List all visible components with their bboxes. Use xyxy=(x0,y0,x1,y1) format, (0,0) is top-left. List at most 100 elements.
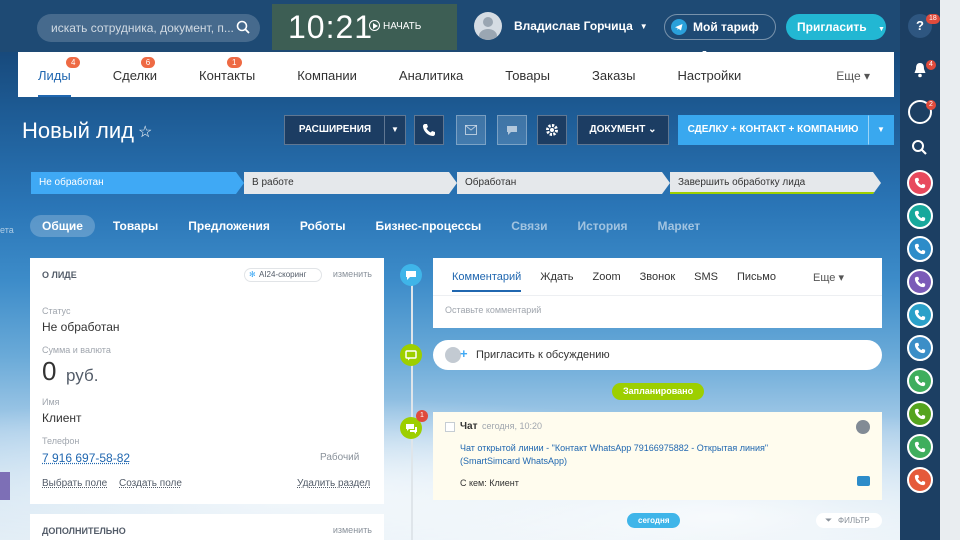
card-title: О ЛИДЕ xyxy=(42,270,77,280)
call-contact-3[interactable] xyxy=(907,236,933,262)
about-lead-card: О ЛИДЕ ✻ AI24-скоринг изменить Статус Не … xyxy=(30,258,384,504)
composer-more-button[interactable]: Еще ▾ xyxy=(813,271,844,284)
stage-new[interactable]: Не обработан xyxy=(31,172,244,194)
composer-tab-2[interactable]: Ждать xyxy=(540,271,573,292)
speech-bubble-icon xyxy=(506,125,518,136)
comment-timeline-icon xyxy=(400,264,422,286)
ai-scoring-button[interactable]: ✻ AI24-скоринг xyxy=(244,268,322,282)
left-edge-tab[interactable] xyxy=(0,472,10,500)
composer-tab-1[interactable]: Комментарий xyxy=(452,271,521,292)
nav-more-button[interactable]: Еще ▾ xyxy=(836,69,870,83)
tab-market[interactable]: Маркет xyxy=(646,215,713,237)
composer-tab-4[interactable]: Звонок xyxy=(640,271,676,292)
call-contact-2[interactable] xyxy=(907,203,933,229)
document-label: ДОКУМЕНТ xyxy=(590,124,646,135)
tab-history[interactable]: История xyxy=(565,215,639,237)
discussion-timeline-icon xyxy=(400,344,422,366)
chat-activity-card[interactable]: Чат сегодня, 10:20 Чат открытой линии - … xyxy=(433,412,882,500)
star-icon[interactable]: ☆ xyxy=(138,122,152,142)
call-contact-8[interactable] xyxy=(907,401,933,427)
work-day-widget[interactable]: 10:21 НАЧАТЬ xyxy=(272,4,457,50)
call-contact-6[interactable] xyxy=(907,335,933,361)
phone-label: Телефон xyxy=(42,436,79,446)
open-chat-icon[interactable] xyxy=(857,476,870,486)
nav-item-label: Контакты xyxy=(199,68,255,83)
name-label: Имя xyxy=(42,397,60,407)
detail-tabs: Общие Товары Предложения Роботы Бизнес-п… xyxy=(30,215,730,237)
call-contact-7[interactable] xyxy=(907,368,933,394)
avatar xyxy=(474,12,502,40)
call-contact-1[interactable] xyxy=(907,170,933,196)
tab-links[interactable]: Связи xyxy=(499,215,559,237)
tariff-label: Мой тариф xyxy=(693,20,759,34)
choose-field-link[interactable]: Выбрать поле xyxy=(42,478,107,489)
composer-more-label: Еще xyxy=(813,272,835,284)
convert-dropdown-button[interactable]: ▼ xyxy=(868,115,894,145)
top-bar: искать сотрудника, документ, п... 10:21 … xyxy=(0,0,900,52)
tab-general[interactable]: Общие xyxy=(30,215,95,237)
gear-icon xyxy=(545,123,559,137)
phone-icon xyxy=(914,276,926,288)
settings-button[interactable] xyxy=(537,115,567,145)
start-day-button[interactable]: НАЧАТЬ xyxy=(369,20,421,32)
phone-icon xyxy=(914,177,926,189)
nav-item-7[interactable]: Заказы xyxy=(592,52,635,97)
create-field-link[interactable]: Создать поле xyxy=(119,478,182,489)
nav-item-1[interactable]: Лиды 4 xyxy=(38,52,71,97)
invite-to-discussion-button[interactable]: + Пригласить к обсуждению xyxy=(433,340,882,370)
phone-link[interactable]: 7 916 697-58-82 xyxy=(42,451,130,465)
add-user-icon xyxy=(445,347,461,363)
filter-button[interactable]: ⏷ ФИЛЬТР xyxy=(816,513,882,528)
search-icon[interactable] xyxy=(236,20,250,34)
extensions-dropdown-button[interactable]: ▼ xyxy=(384,115,406,145)
today-divider: сегодня xyxy=(627,513,680,528)
checkbox[interactable] xyxy=(445,422,455,432)
stage-in-progress[interactable]: В работе xyxy=(244,172,457,194)
delete-section-link[interactable]: Удалить раздел xyxy=(297,478,370,489)
edit-link[interactable]: изменить xyxy=(333,525,372,535)
nav-item-4[interactable]: Компании xyxy=(297,52,357,97)
tab-robots[interactable]: Роботы xyxy=(288,215,358,237)
call-contact-10[interactable] xyxy=(907,467,933,493)
nav-item-6[interactable]: Товары xyxy=(505,52,550,97)
nav-item-2[interactable]: Сделки 6 xyxy=(113,52,157,97)
envelope-icon xyxy=(465,125,477,135)
rail-edge xyxy=(940,0,960,540)
tab-products[interactable]: Товары xyxy=(101,215,170,237)
call-button[interactable] xyxy=(414,115,444,145)
composer-tab-3[interactable]: Zoom xyxy=(593,271,621,292)
my-tariff-button[interactable]: Мой тариф ▼ xyxy=(664,14,776,40)
user-menu[interactable]: Владислав Горчица ▼ xyxy=(474,12,648,40)
comment-input[interactable]: Оставьте комментарий xyxy=(445,305,541,315)
document-button[interactable]: ДОКУМЕНТ ⌄ xyxy=(577,115,669,145)
message-button[interactable] xyxy=(497,115,527,145)
tab-business-processes[interactable]: Бизнес-процессы xyxy=(363,215,493,237)
search-input[interactable]: искать сотрудника, документ, п... xyxy=(37,14,260,42)
call-contact-9[interactable] xyxy=(907,434,933,460)
call-contact-4[interactable] xyxy=(907,269,933,295)
activity-composer: Комментарий Ждать Zoom Звонок SMS Письмо Еще … xyxy=(433,258,882,328)
composer-tab-6[interactable]: Письмо xyxy=(737,271,776,292)
nav-item-label: Лиды xyxy=(38,68,71,83)
stage-finish[interactable]: Завершить обработку лида xyxy=(670,172,881,194)
search-icon[interactable] xyxy=(908,136,932,160)
composer-tab-5[interactable]: SMS xyxy=(694,271,718,292)
phone-icon xyxy=(914,210,926,222)
edit-link[interactable]: изменить xyxy=(333,269,372,279)
planned-divider: Запланировано xyxy=(612,383,704,400)
chat-message-link[interactable]: Чат открытой линии - "Контакт WhatsApp 7… xyxy=(460,442,820,468)
chat-title: Чат xyxy=(460,421,478,432)
phone-icon xyxy=(914,408,926,420)
convert-button[interactable]: СДЕЛКУ + КОНТАКТ + КОМПАНИЮ xyxy=(678,115,868,145)
invite-button[interactable]: Пригласить ▼ xyxy=(786,14,886,40)
left-edge-text: ета xyxy=(0,225,14,235)
nav-item-3[interactable]: Контакты 1 xyxy=(199,52,255,97)
invite-discussion-label: Пригласить к обсуждению xyxy=(476,349,610,361)
tab-offers[interactable]: Предложения xyxy=(176,215,282,237)
nav-item-8[interactable]: Настройки xyxy=(677,52,741,97)
email-button[interactable] xyxy=(456,115,486,145)
extensions-label: РАСШИРЕНИЯ xyxy=(299,124,371,135)
nav-item-5[interactable]: Аналитика xyxy=(399,52,463,97)
call-contact-5[interactable] xyxy=(907,302,933,328)
stage-processed[interactable]: Обработан xyxy=(457,172,670,194)
